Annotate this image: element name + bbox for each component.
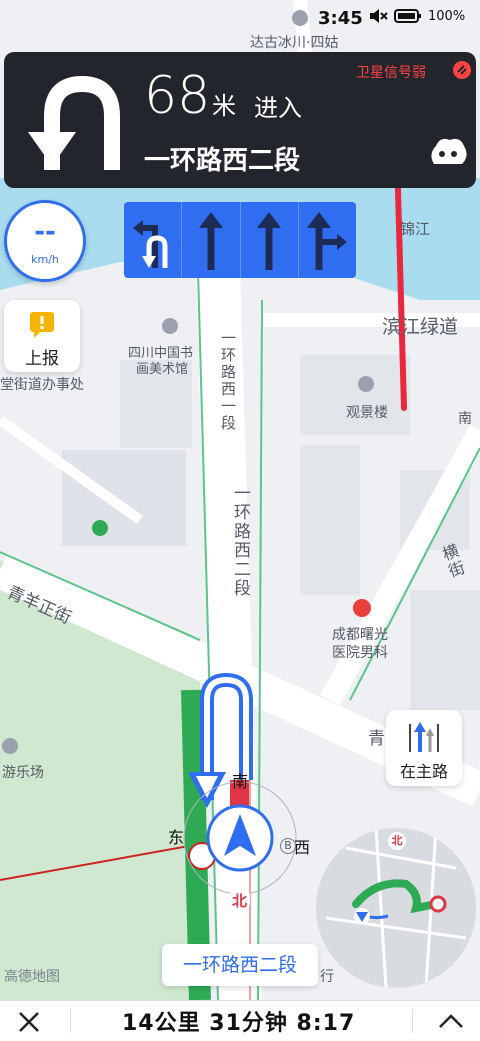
status-time: 3:45 <box>318 8 363 29</box>
overview-route <box>325 828 467 988</box>
speed-value: -- <box>34 217 56 247</box>
poi-label: 游乐场 <box>2 765 44 781</box>
hospital-icon <box>353 599 371 617</box>
mute-icon <box>370 9 388 23</box>
u-turn-icon <box>28 75 120 170</box>
building <box>62 450 186 546</box>
poi-label: 成都曙光 <box>332 627 388 643</box>
battery-percentage: 100% <box>428 8 466 24</box>
road-label: 一环路西一段 <box>219 330 237 432</box>
main-road-icon <box>409 722 439 752</box>
road-label: 一环路西二段 <box>230 484 250 598</box>
building <box>300 355 410 435</box>
straight-lane-icon <box>257 212 282 270</box>
compass-east: 东 <box>168 828 185 847</box>
telecom-icon <box>92 520 108 536</box>
bus-icon: B <box>280 838 296 854</box>
amusement-icon <box>2 738 18 754</box>
current-road-name: 一环路西二段 <box>162 944 318 986</box>
poi-label: 医院男科 <box>332 645 388 661</box>
watermark-logo: 高德地图 <box>4 969 60 985</box>
divider <box>412 1009 413 1033</box>
overview-north: 北 <box>388 832 406 850</box>
distance-unit: 米 <box>212 92 236 120</box>
route-overview-map[interactable]: 北 <box>316 828 476 988</box>
main-road-label: 在主路 <box>399 762 448 781</box>
close-icon[interactable] <box>18 1011 40 1033</box>
chevron-up-icon[interactable] <box>438 1013 464 1029</box>
straight-lane <box>182 202 241 278</box>
lane-guidance <box>124 202 356 278</box>
u-turn-lane-icon <box>132 220 168 268</box>
poi-label: 南 <box>458 411 472 427</box>
riverside-label: 滨江绿道 <box>382 316 459 338</box>
distance-value: 68 <box>144 66 211 126</box>
poi-label: 画美术馆 <box>136 362 189 377</box>
straight-lane <box>241 202 299 278</box>
straight-right-lane <box>299 202 356 278</box>
signal-warning: 卫星信号弱 <box>356 65 426 81</box>
bottom-bar: 14公里 31分钟 8:17 <box>0 1000 480 1041</box>
next-road-name: 一环路西二段 <box>144 146 301 176</box>
road-label: 青 <box>368 729 385 749</box>
straight-right-lane-icon <box>307 212 348 270</box>
museum-icon <box>162 318 178 334</box>
compass-south: 南 <box>232 772 249 791</box>
building <box>300 445 360 595</box>
speed-unit: km/h <box>31 253 59 266</box>
straight-lane-icon <box>198 212 223 270</box>
report-icon <box>30 312 54 338</box>
compass-north: 北 <box>232 892 248 910</box>
navigation-panel[interactable]: 68 米 进入 一环路西二段 卫星信号弱 <box>4 52 476 188</box>
poi-label: 达古冰川·四姑 <box>250 35 339 51</box>
report-button[interactable]: 上报 <box>4 300 80 372</box>
building-icon <box>358 376 374 392</box>
compass-west: 西 <box>294 838 311 857</box>
speed-indicator: -- km/h <box>4 200 86 282</box>
poi-label: 观景楼 <box>346 405 388 421</box>
destination-marker <box>429 895 447 913</box>
divider <box>70 1009 71 1033</box>
status-icons: 100% <box>368 8 465 24</box>
voice-assistant-icon[interactable] <box>426 134 470 174</box>
main-road-button[interactable]: 在主路 <box>386 710 462 786</box>
trip-summary[interactable]: 14公里 31分钟 8:17 <box>122 1005 355 1037</box>
poi-label: 堂街道办事处 <box>0 377 84 393</box>
location-pin-icon <box>292 10 308 26</box>
satellite-signal-icon <box>453 61 471 79</box>
maneuver-action: 进入 <box>254 94 302 122</box>
poi-label: 行 <box>320 969 334 985</box>
u-turn-left-lane <box>124 202 183 278</box>
river-label: 锦江 <box>400 220 431 238</box>
battery-icon <box>394 9 421 23</box>
building <box>410 590 480 710</box>
report-label: 上报 <box>25 349 59 369</box>
